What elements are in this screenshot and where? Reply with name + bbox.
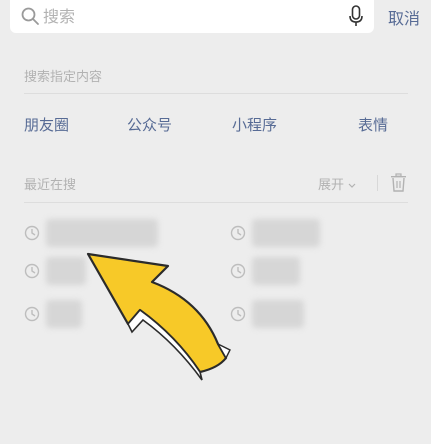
search-bar[interactable] xyxy=(10,0,374,33)
category-stickers[interactable]: 表情 xyxy=(358,114,388,135)
section-title-specified: 搜索指定内容 xyxy=(24,70,103,85)
cancel-button[interactable]: 取消 xyxy=(388,5,420,29)
category-mini-programs[interactable]: 小程序 xyxy=(232,114,277,135)
trash-icon[interactable] xyxy=(390,173,407,192)
redacted-text xyxy=(252,219,320,247)
redacted-text xyxy=(252,257,300,285)
chevron-down-icon xyxy=(348,183,356,188)
search-input[interactable] xyxy=(43,5,343,27)
clock-icon xyxy=(230,225,246,241)
clock-icon xyxy=(24,225,40,241)
expand-label: 展开 xyxy=(318,178,345,193)
search-icon xyxy=(21,7,39,25)
expand-button[interactable]: 展开 xyxy=(318,174,356,193)
clock-icon xyxy=(24,306,40,322)
annotation-arrow xyxy=(86,252,231,381)
clock-icon xyxy=(24,263,40,279)
divider xyxy=(24,202,408,203)
microphone-icon[interactable] xyxy=(348,4,364,28)
category-official-accounts[interactable]: 公众号 xyxy=(127,114,172,135)
category-moments[interactable]: 朋友圈 xyxy=(24,114,69,135)
redacted-text xyxy=(252,300,304,328)
divider xyxy=(24,93,408,94)
vertical-separator xyxy=(377,175,378,191)
section-title-recent: 最近在搜 xyxy=(24,178,77,193)
